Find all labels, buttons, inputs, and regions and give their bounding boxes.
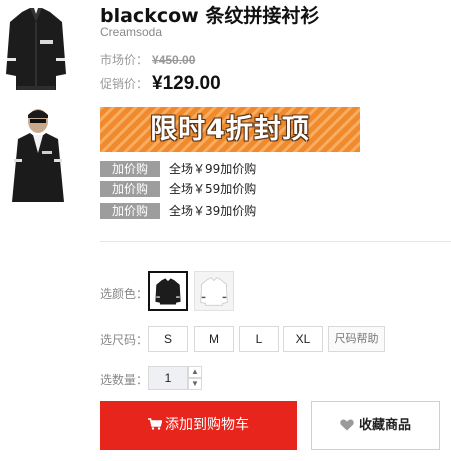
- market-price-label: 市场价：: [100, 53, 149, 67]
- addon-row[interactable]: 加价购 全场￥99加价购: [100, 161, 256, 178]
- chevron-down-icon: ▼: [191, 379, 199, 388]
- heart-icon: [340, 419, 354, 430]
- size-option-xl[interactable]: XL: [283, 326, 323, 352]
- addon-text: 全场￥39加价购: [169, 204, 257, 218]
- product-brand[interactable]: Creamsoda: [100, 25, 162, 39]
- color-label: 选颜色：: [100, 287, 149, 301]
- add-to-cart-button[interactable]: 添加到购物车: [100, 401, 297, 450]
- white-jacket-icon: [195, 272, 233, 310]
- market-price-row: 市场价： ¥450.00: [100, 51, 195, 69]
- addon-text: 全场￥99加价购: [169, 162, 257, 176]
- quantity-label: 选数量：: [100, 373, 149, 387]
- addon-tag: 加价购: [100, 181, 160, 197]
- promo-banner[interactable]: 限时4折封顶: [100, 107, 360, 152]
- addon-tag: 加价购: [100, 203, 160, 219]
- size-option-s[interactable]: S: [148, 326, 188, 352]
- addon-row[interactable]: 加价购 全场￥39加价购: [100, 203, 256, 220]
- chevron-up-icon: ▲: [191, 367, 199, 376]
- favorite-button[interactable]: 收藏商品: [311, 401, 440, 450]
- quantity-decrease-button[interactable]: ▼: [188, 378, 202, 390]
- banner-text: 限时4折封顶: [150, 114, 310, 145]
- promo-price-label: 促销价：: [100, 77, 149, 91]
- size-label: 选尺码：: [100, 333, 149, 347]
- cart-icon: [148, 418, 162, 430]
- black-jacket-icon: [150, 273, 186, 309]
- promo-price-value: ¥129.00: [152, 73, 221, 94]
- promo-price-row: 促销价： ¥129.00: [100, 72, 221, 94]
- quantity-increase-button[interactable]: ▲: [188, 366, 202, 378]
- addon-row[interactable]: 加价购 全场￥59加价购: [100, 181, 256, 198]
- color-swatch-white[interactable]: [194, 271, 234, 311]
- color-swatch-black[interactable]: [148, 271, 188, 311]
- product-thumbnail-jacket[interactable]: [0, 0, 72, 99]
- addon-tag: 加价购: [100, 161, 160, 177]
- size-option-m[interactable]: M: [194, 326, 234, 352]
- jacket-image: [0, 0, 72, 99]
- addon-text: 全场￥59加价购: [169, 182, 257, 196]
- product-thumbnail-model[interactable]: [0, 103, 72, 202]
- product-title: blackcow 条纹拼接衬衫: [100, 5, 320, 27]
- size-help-button[interactable]: 尺码帮助: [328, 326, 385, 352]
- size-option-l[interactable]: L: [239, 326, 279, 352]
- market-price-value: ¥450.00: [152, 53, 196, 67]
- favorite-label: 收藏商品: [358, 418, 411, 433]
- quantity-input[interactable]: 1: [148, 366, 188, 390]
- add-to-cart-label: 添加到购物车: [165, 417, 249, 433]
- model-image: [0, 103, 72, 202]
- section-divider: [100, 241, 451, 242]
